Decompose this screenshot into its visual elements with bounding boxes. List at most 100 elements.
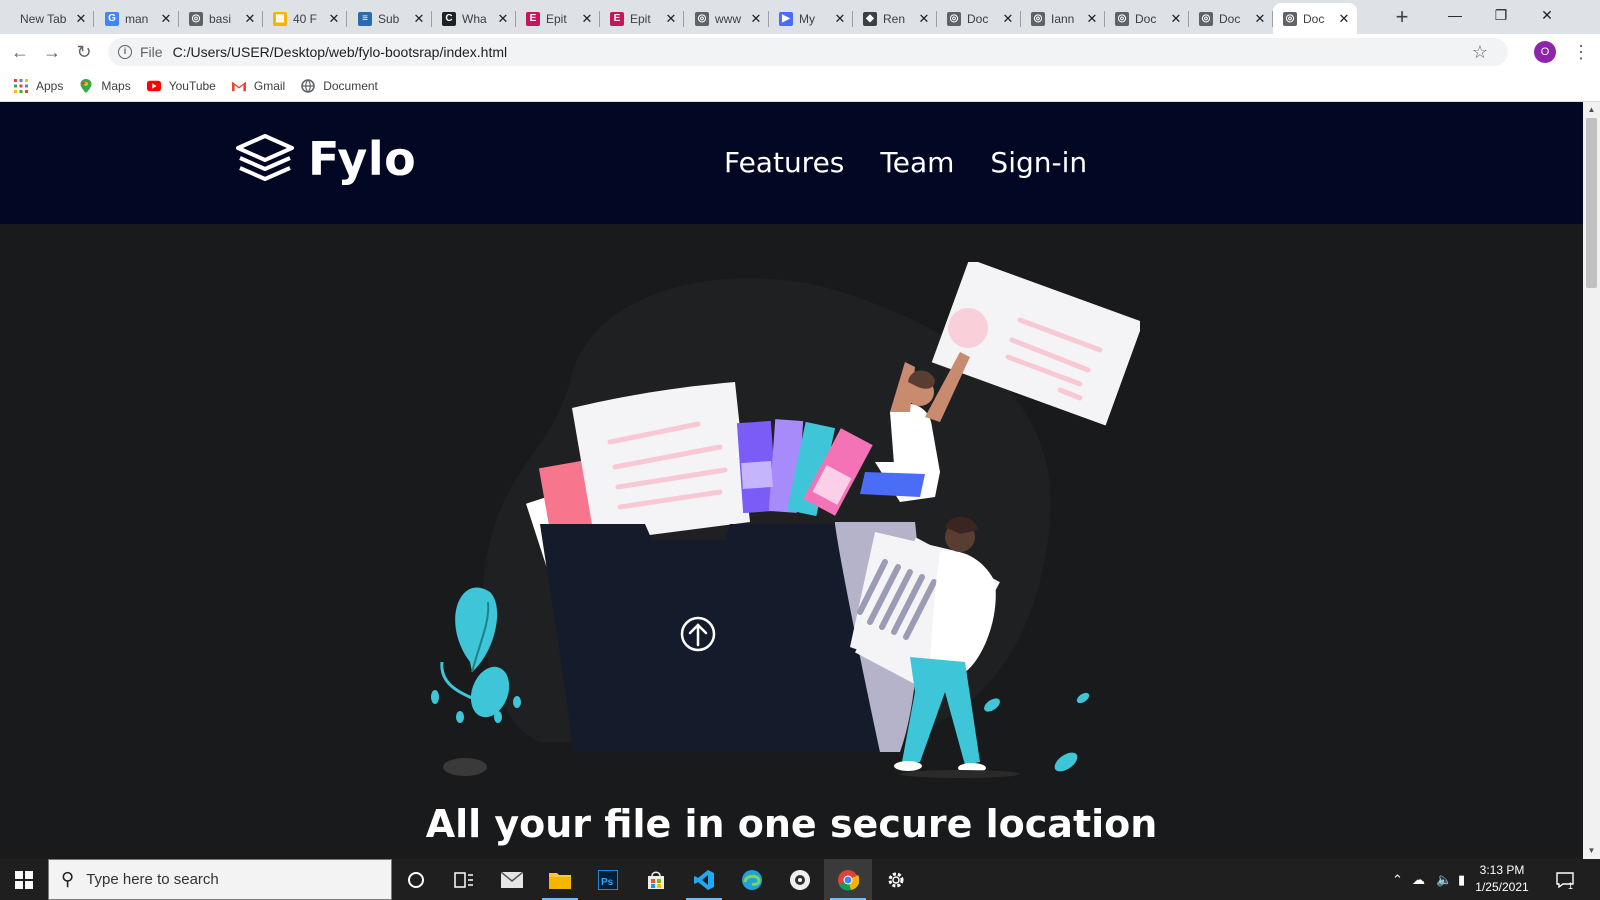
bookmark-maps[interactable]: Maps [79, 78, 131, 93]
nav-link-team[interactable]: Team [880, 146, 954, 179]
tab-strip: New Tab ✕ Gman ✕ ◎ basi ✕ ▦ 40 F ✕ ≡ Sub ✕ C Wha ✕ E Epit… [0, 0, 1600, 34]
youtube-icon [146, 79, 161, 93]
taskbar-search[interactable]: ⚲ Type here to search [48, 859, 392, 900]
bookmark-document[interactable]: Document [301, 79, 378, 93]
tab-close-icon[interactable]: ✕ [1085, 11, 1099, 27]
close-window-button[interactable]: ✕ [1524, 0, 1570, 30]
tab-close-icon[interactable]: ✕ [74, 11, 88, 27]
site-navbar: Fylo Features Team Sign-in [0, 102, 1583, 224]
chrome-icon[interactable] [824, 859, 872, 900]
tab-close-icon[interactable]: ✕ [243, 11, 257, 27]
taskbar-clock[interactable]: 3:13 PM 1/25/2021 [1472, 862, 1532, 896]
tab-title: Epit [630, 11, 651, 26]
tab-close-icon[interactable]: ✕ [580, 11, 594, 27]
edge-icon[interactable] [728, 859, 776, 900]
browser-tab[interactable]: ▶ My ✕ [769, 3, 853, 34]
browser-menu-icon[interactable]: ⋮ [1572, 40, 1590, 64]
browser-tab[interactable]: E Epit ✕ [516, 3, 600, 34]
cortana-icon[interactable] [392, 859, 440, 900]
bookmark-youtube[interactable]: YouTube [146, 78, 216, 93]
start-button[interactable] [0, 859, 48, 900]
tab-close-icon[interactable]: ✕ [664, 11, 678, 27]
nav-link-features[interactable]: Features [724, 146, 844, 179]
browser-tab[interactable]: New Tab ✕ [10, 3, 94, 34]
tab-close-icon[interactable]: ✕ [327, 11, 341, 27]
browser-tab[interactable]: ◎ Doc ✕ [1189, 3, 1273, 34]
photoshop-icon[interactable]: Ps [584, 859, 632, 900]
browser-tab[interactable]: ◎ Doc ✕ [1105, 3, 1189, 34]
bookmark-label: YouTube [168, 78, 216, 93]
bookmark-apps[interactable]: Apps [14, 78, 63, 93]
bookmark-label: Document [323, 78, 378, 93]
address-bar[interactable]: i File C:/Users/USER/Desktop/web/fylo-bo… [108, 38, 1508, 66]
tab-title: My [799, 11, 815, 26]
volume-icon[interactable]: 🔈 [1436, 859, 1452, 900]
address-url[interactable]: C:/Users/USER/Desktop/web/fylo-bootsrap/… [173, 44, 508, 60]
browser-tab[interactable]: ◎ Doc ✕ [1273, 3, 1357, 34]
browser-tab[interactable]: Gman ✕ [95, 3, 179, 34]
scrollbar-thumb[interactable] [1586, 118, 1597, 288]
file-explorer-icon[interactable] [536, 859, 584, 900]
tab-close-icon[interactable]: ✕ [917, 11, 931, 27]
new-tab-button[interactable]: + [1390, 6, 1414, 30]
browser-tab[interactable]: ◎ basi ✕ [179, 3, 263, 34]
tab-close-icon[interactable]: ✕ [1253, 11, 1267, 27]
vscode-icon[interactable] [680, 859, 728, 900]
leaf-decoration [1076, 692, 1090, 704]
tab-title: www [715, 11, 741, 26]
bookmark-gmail[interactable]: Gmail [231, 78, 286, 93]
tab-title: Sub [378, 11, 400, 26]
bookmarks-bar: Apps Maps YouTube Gmail Document [0, 70, 1600, 102]
settings-icon[interactable] [872, 859, 920, 900]
profile-avatar[interactable]: O [1534, 41, 1556, 63]
tab-close-icon[interactable]: ✕ [749, 11, 763, 27]
tab-close-icon[interactable]: ✕ [496, 11, 510, 27]
mail-icon[interactable] [488, 859, 536, 900]
browser-tab[interactable]: C Wha ✕ [432, 3, 516, 34]
globe-icon: ◎ [1283, 11, 1297, 26]
reload-button[interactable]: ↻ [72, 40, 96, 64]
scroll-down-arrow-icon[interactable]: ▼ [1583, 843, 1600, 859]
browser-tab[interactable]: ◎ Iann ✕ [1021, 3, 1105, 34]
scroll-up-arrow-icon[interactable]: ▲ [1583, 102, 1600, 118]
battery-icon[interactable]: ▮ [1458, 859, 1465, 900]
c-icon: C [442, 11, 456, 26]
gallery-icon: ▦ [273, 11, 287, 26]
browser-tab[interactable]: ▦ 40 F ✕ [263, 3, 347, 34]
browser-tab[interactable]: ◎ www ✕ [685, 3, 769, 34]
hero-headline: All your file in one secure location [425, 802, 1158, 846]
tab-close-icon[interactable]: ✕ [412, 11, 426, 27]
tab-close-icon[interactable]: ✕ [159, 11, 173, 27]
tab-title: Doc [1135, 11, 1157, 26]
show-hidden-icons-icon[interactable]: ⌃ [1392, 859, 1403, 900]
browser-tab[interactable]: ◆ Ren ✕ [853, 3, 937, 34]
e-icon: E [610, 11, 624, 26]
info-icon[interactable]: i [118, 45, 132, 59]
nav-link-sign-in[interactable]: Sign-in [990, 146, 1087, 179]
browser-tab[interactable]: E Epit ✕ [600, 3, 684, 34]
browser-tab[interactable]: ◎ Doc ✕ [937, 3, 1021, 34]
tab-title: Ren [883, 11, 906, 26]
bookmark-star-icon[interactable]: ☆ [1472, 42, 1488, 63]
leaf-decoration [984, 698, 1000, 712]
bookmark-label: Gmail [253, 78, 286, 93]
onedrive-icon[interactable]: ☁ [1412, 859, 1425, 900]
bookmark-label: Maps [101, 78, 131, 93]
store-icon[interactable] [632, 859, 680, 900]
tab-title: Doc [967, 11, 989, 26]
clock-date: 1/25/2021 [1475, 880, 1529, 894]
task-view-icon[interactable] [440, 859, 488, 900]
tab-close-icon[interactable]: ✕ [1001, 11, 1015, 27]
tab-close-icon[interactable]: ✕ [1337, 11, 1351, 27]
site-logo[interactable]: Fylo [236, 132, 416, 186]
notifications-icon[interactable]: 1 [1556, 859, 1574, 900]
page-scrollbar[interactable]: ▲ ▼ [1583, 102, 1600, 859]
browser-tab[interactable]: ≡ Sub ✕ [348, 3, 432, 34]
minimize-button[interactable]: — [1432, 0, 1478, 30]
tab-close-icon[interactable]: ✕ [1169, 11, 1183, 27]
obs-icon[interactable] [776, 859, 824, 900]
tab-close-icon[interactable]: ✕ [833, 11, 847, 27]
back-button[interactable]: ← [8, 40, 32, 64]
restore-button[interactable]: ❐ [1478, 0, 1524, 30]
forward-button[interactable]: → [40, 40, 64, 64]
